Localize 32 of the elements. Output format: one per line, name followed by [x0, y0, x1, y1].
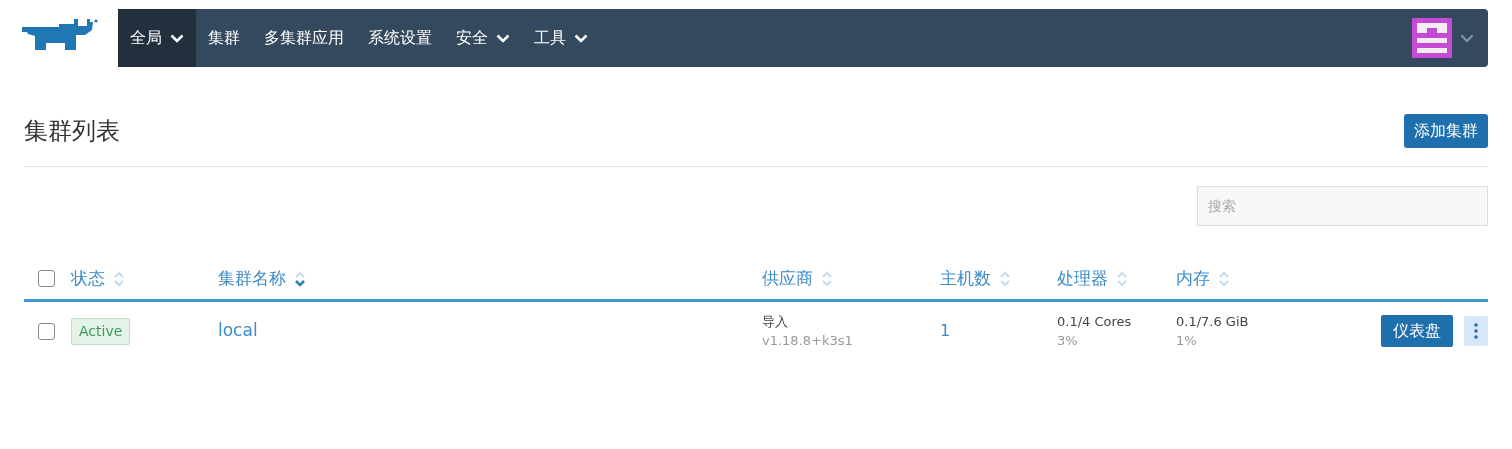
sort-icon[interactable]: [294, 269, 306, 288]
column-header[interactable]: 供应商: [762, 265, 813, 292]
status-badge: Active: [71, 317, 131, 345]
host-count-link[interactable]: 1: [940, 321, 951, 340]
cpu-text: 0.1/4 Cores: [1057, 312, 1133, 331]
checkbox[interactable]: [38, 322, 55, 340]
avatar-icon: [1412, 18, 1452, 58]
checkbox[interactable]: [38, 270, 55, 287]
nav-menu-item[interactable]: 系统设置: [356, 9, 444, 67]
dashboard-button[interactable]: 仪表盘: [1381, 315, 1453, 347]
more-actions-button[interactable]: [1464, 316, 1488, 346]
nav-menu-item[interactable]: 全局: [118, 9, 196, 67]
nav-menu-item[interactable]: 集群: [196, 9, 252, 67]
column-header[interactable]: 处理器: [1057, 265, 1108, 292]
page-title: 集群列表: [24, 115, 120, 147]
provider-text: 导入: [762, 312, 789, 331]
column-header[interactable]: 集群名称: [218, 265, 286, 292]
column-header[interactable]: 内存: [1176, 265, 1210, 292]
memory-text: 0.1/7.6 GiB: [1176, 312, 1250, 331]
kebab-menu-icon: [1474, 323, 1478, 339]
chevron-down-icon: [1460, 33, 1474, 43]
search-field[interactable]: 搜索: [1197, 186, 1488, 226]
cluster-name-link[interactable]: local: [218, 320, 258, 341]
memory-percent-text: 1%: [1176, 332, 1198, 350]
nav-menu-item[interactable]: 多集群应用: [252, 9, 356, 67]
cpu-percent-text: 3%: [1057, 332, 1079, 350]
column-header[interactable]: 状态: [71, 265, 105, 292]
nav-menu-item[interactable]: 安全: [444, 9, 522, 67]
add-cluster-button[interactable]: 添加集群: [1404, 113, 1488, 148]
nav-menu-item[interactable]: 工具: [522, 9, 600, 67]
column-header[interactable]: 主机数: [940, 265, 991, 292]
version-text: v1.18.8+k3s1: [762, 332, 854, 350]
